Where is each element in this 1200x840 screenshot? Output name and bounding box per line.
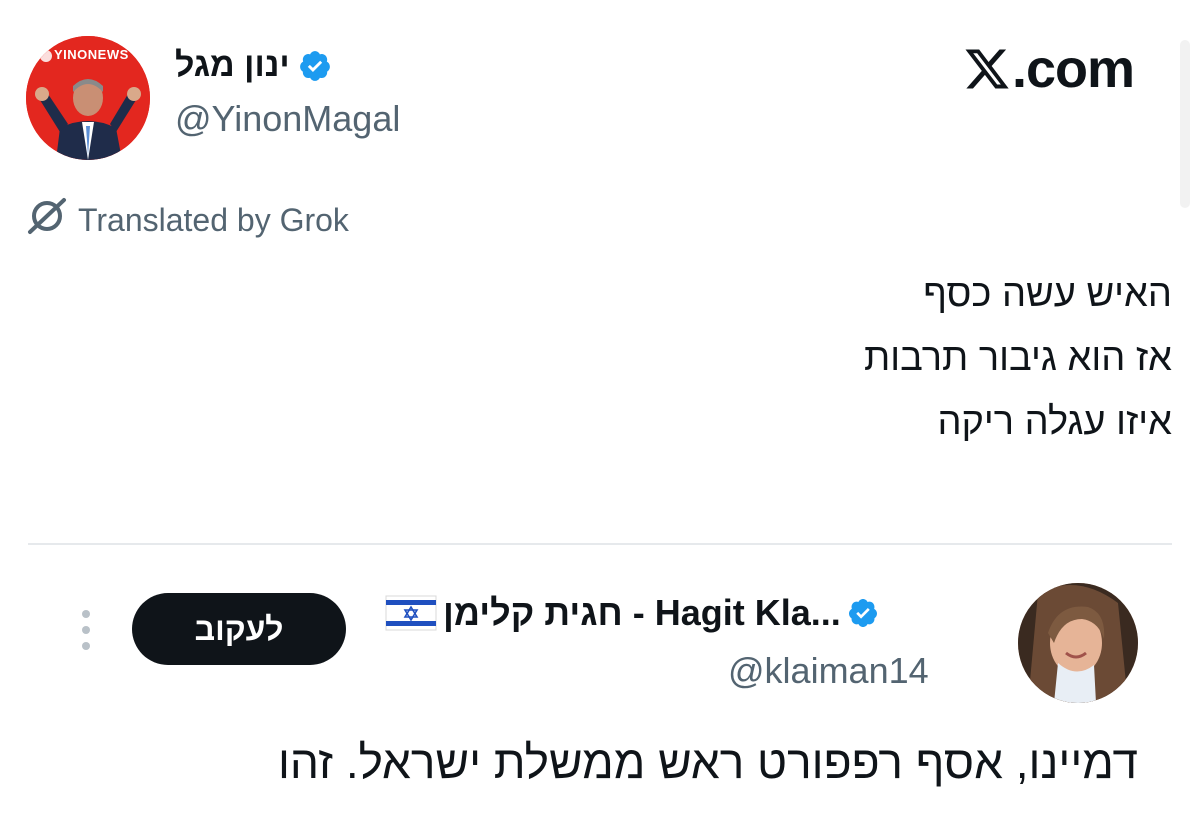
- israel-flag-icon: [385, 595, 437, 631]
- scrollbar[interactable]: [1180, 40, 1190, 208]
- divider: [28, 543, 1172, 545]
- quoted-verified-badge-icon: [847, 597, 879, 629]
- site-label: .com: [962, 38, 1135, 106]
- quoted-author-name-row[interactable]: חגית קלימן - Hagit Kla...: [385, 592, 985, 634]
- tweet-text: האיש עשה כסף אז הוא גיבור תרבות איזו עגל…: [472, 262, 1172, 454]
- more-options-icon[interactable]: [80, 610, 92, 650]
- x-logo-icon: [962, 44, 1012, 106]
- tweet-line: האיש עשה כסף: [923, 273, 1172, 315]
- author-handle[interactable]: @YinonMagal: [175, 98, 400, 140]
- follow-button[interactable]: לעקוב: [132, 593, 346, 665]
- author-name-row[interactable]: ינון מגל: [175, 46, 332, 85]
- avatar-badge-text: YINONEWS: [54, 47, 129, 62]
- tweet-line: איזו עגלה ריקה: [937, 401, 1172, 443]
- quoted-author-avatar[interactable]: [1018, 583, 1138, 703]
- quoted-author-handle[interactable]: @klaiman14: [728, 650, 929, 692]
- author-display-name: ינון מגל: [175, 46, 290, 84]
- tweet-line: אז הוא גיבור תרבות: [864, 337, 1172, 379]
- verified-badge-icon: [298, 49, 332, 83]
- site-domain: .com: [1012, 39, 1135, 99]
- quoted-tweet-text: דמיינו, אסף רפפורט ראש ממשלת ישראל. זהו: [277, 736, 1138, 788]
- translation-label: Translated by Grok: [78, 201, 349, 238]
- translation-note[interactable]: Translated by Grok: [26, 196, 349, 244]
- quoted-display-name: חגית קלימן - Hagit Kla...: [443, 592, 841, 633]
- grok-icon: [26, 196, 68, 244]
